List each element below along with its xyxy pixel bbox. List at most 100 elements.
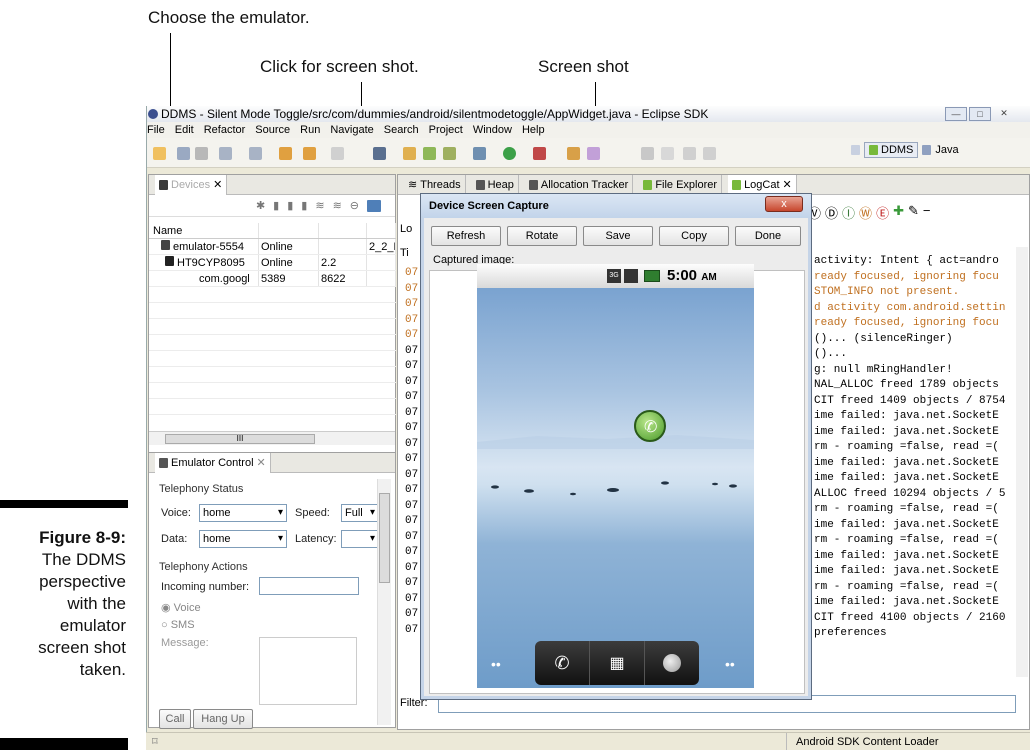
start-profiling-icon[interactable]: ≋ [333,199,342,212]
info-filter-icon[interactable]: Ⓘ [842,203,855,222]
message-field[interactable] [259,637,357,705]
data-select[interactable]: home [199,530,287,548]
open-file-icon[interactable] [443,147,456,160]
open-project-icon[interactable] [567,147,580,160]
voice-select[interactable]: home [199,504,287,522]
pen-icon[interactable] [661,147,674,160]
speed-select[interactable]: Full [341,504,379,522]
save-icon[interactable] [177,147,190,160]
scrollbar-thumb[interactable]: III [165,434,315,444]
save-button[interactable]: Save [583,226,653,246]
paragraph-icon[interactable] [703,147,716,160]
table-row[interactable]: emulator-5554 Online 2_2_Defa [149,239,396,255]
hangup-button[interactable]: Hang Up [193,709,253,729]
horizontal-scrollbar[interactable]: III [149,431,395,445]
update-heap-icon[interactable]: ▮ [273,199,279,212]
close-tab-icon[interactable]: ✕ [257,453,266,473]
menu-navigate[interactable]: Navigate [330,122,373,138]
scrollbar-thumb[interactable] [379,493,390,583]
tab-threads[interactable]: ≋ Threads [404,174,466,195]
rotate-button[interactable]: Rotate [507,226,577,246]
menu-help[interactable]: Help [522,122,545,138]
incoming-number-field[interactable] [259,577,359,595]
open-perspective-icon[interactable] [851,145,860,155]
open-folder-icon[interactable] [403,147,416,160]
log-message: ime failed: java.net.SocketE [814,565,999,577]
nav-icon[interactable] [219,147,232,160]
show-whitespace-icon[interactable] [683,147,696,160]
vertical-scrollbar[interactable] [377,479,391,725]
tab-emulator-control[interactable]: Emulator Control ✕ [155,452,271,473]
menu-run[interactable]: Run [300,122,320,138]
latency-select[interactable] [341,530,379,548]
done-button[interactable]: Done [735,226,801,246]
copy-button[interactable]: Copy [659,226,729,246]
perspective-ddms[interactable]: DDMS [864,142,919,158]
debug-icon[interactable] [473,147,486,160]
open-type-icon[interactable] [423,147,436,160]
column-header-name[interactable]: Name [149,223,259,238]
perspective-java[interactable]: Java [935,144,958,156]
error-filter-icon[interactable]: Ⓔ [876,203,889,222]
log-time: 07 [405,484,419,496]
debug-process-icon[interactable]: ✱ [256,199,265,212]
tab-logcat[interactable]: LogCat ✕ [728,174,797,195]
package-icon[interactable] [373,147,386,160]
menu-search[interactable]: Search [384,122,419,138]
next-icon[interactable] [331,147,344,160]
log-time: 07 [405,344,419,357]
dump-hprof-icon[interactable]: ▮ [287,199,293,212]
run-icon[interactable] [503,147,516,160]
menu-file[interactable]: File [147,122,165,138]
browser-icon[interactable] [645,641,699,685]
annotation-icon[interactable] [641,147,654,160]
log-message: STOM_INFO not present. [814,286,960,298]
log-time: 07 [405,437,419,450]
table-row[interactable]: HT9CYP8095 Online 2.2 [149,255,396,271]
warn-filter-icon[interactable]: Ⓦ [859,203,872,222]
allocation-icon [528,179,538,190]
menu-source[interactable]: Source [255,122,290,138]
add-filter-icon[interactable]: ✚ [893,203,904,222]
tab-allocation-tracker[interactable]: Allocation Tracker [525,174,634,195]
menu-refactor[interactable]: Refactor [204,122,246,138]
table-row[interactable]: com.googl 5389 8622 [149,271,396,287]
nav2-icon[interactable] [249,147,262,160]
update-threads-icon[interactable]: ≋ [315,199,324,212]
close-tab-icon[interactable]: ✕ [213,175,222,195]
tab-devices[interactable]: Devices ✕ [155,174,228,195]
tab-heap[interactable]: Heap [472,174,519,195]
phone-dialer-icon[interactable]: ✆ [535,641,590,685]
log-message: d activity com.android.settin [814,301,1006,314]
menu-project[interactable]: Project [429,122,463,138]
voice-radio[interactable]: ◉ Voice [161,601,201,614]
sms-radio[interactable]: ○ SMS [161,619,195,631]
new-icon[interactable] [153,147,166,160]
maximize-button[interactable]: □ [969,107,991,121]
back-icon[interactable] [279,147,292,160]
cause-gc-icon[interactable]: ▮ [301,199,307,212]
close-button[interactable]: ✕ [993,107,1015,121]
silent-mode-widget-icon[interactable]: ✆ [634,410,666,442]
menu-window[interactable]: Window [473,122,512,138]
screen-capture-icon[interactable] [367,199,381,212]
app-drawer-icon[interactable]: ▦ [590,641,645,685]
close-tab-icon[interactable]: ✕ [783,175,792,195]
tab-file-explorer[interactable]: File Explorer [639,174,723,195]
call-button[interactable]: Call [159,709,191,729]
edit-filter-icon[interactable]: ✎ [908,203,919,222]
debug-filter-icon[interactable]: Ⓓ [825,203,838,222]
dialog-close-button[interactable]: x [765,196,803,212]
edit-icon[interactable] [587,147,600,160]
minimize-button[interactable]: — [945,107,967,121]
stop-process-icon[interactable]: ⊖ [350,199,359,212]
right-dots-icon[interactable]: •• [725,656,735,672]
menu-edit[interactable]: Edit [175,122,194,138]
forward-icon[interactable] [303,147,316,160]
remove-filter-icon[interactable]: − [923,203,931,222]
left-dots-icon[interactable]: •• [491,656,501,672]
external-tools-icon[interactable] [533,147,546,160]
refresh-button[interactable]: Refresh [431,226,501,246]
print-icon[interactable] [195,147,208,160]
sdk-content-loader-status: Android SDK Content Loader [796,736,939,748]
